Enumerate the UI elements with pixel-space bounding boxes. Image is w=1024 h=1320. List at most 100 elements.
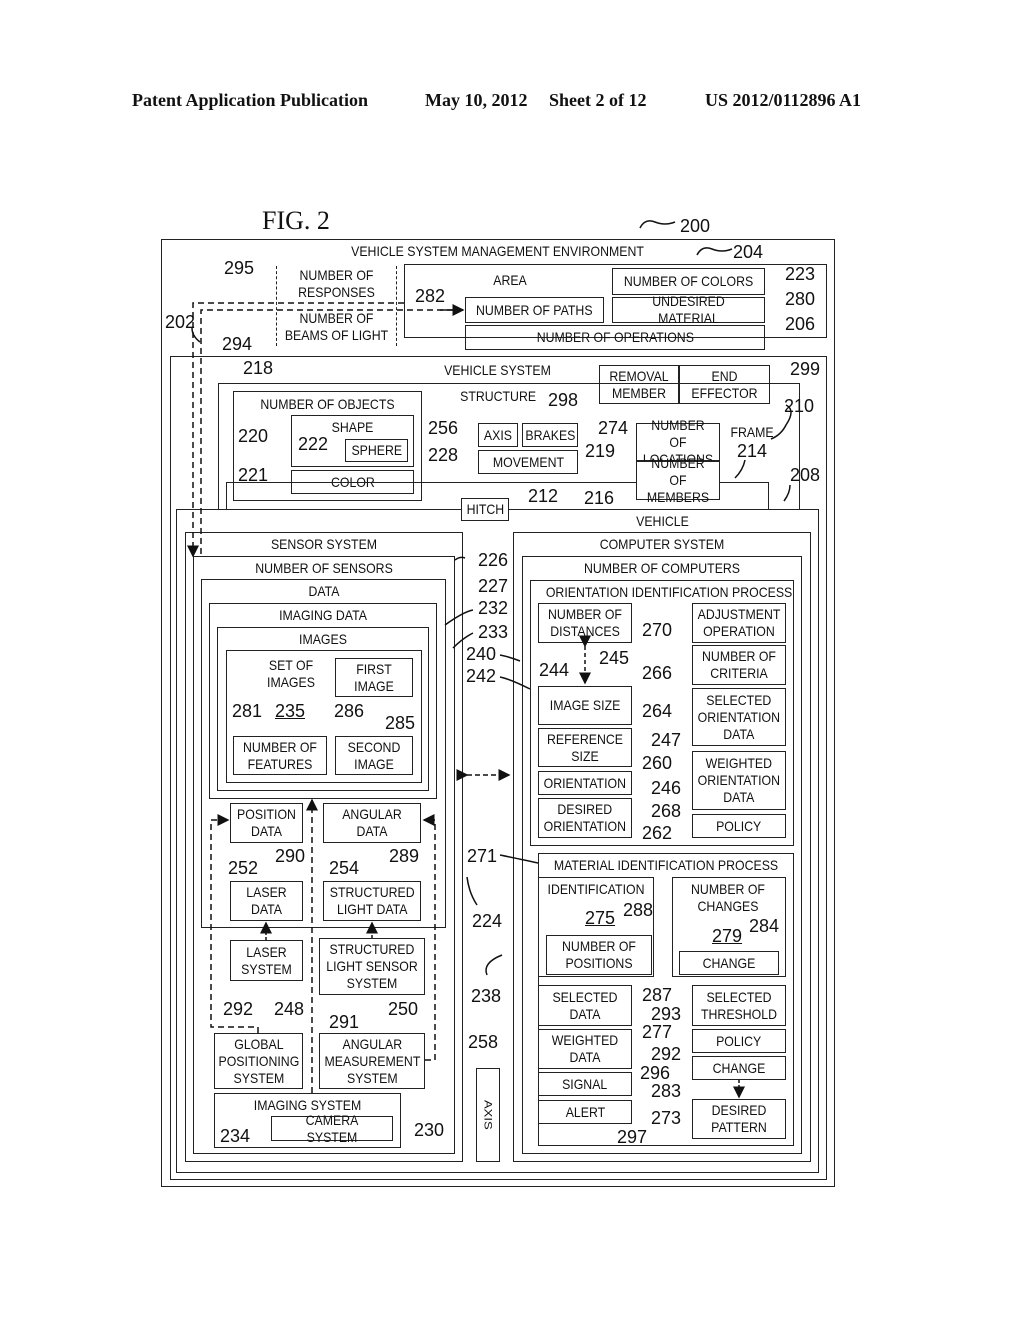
- ref-248: 248: [274, 999, 305, 1019]
- members-box: NUMBER OF MEMBERS: [636, 455, 720, 505]
- ref-200: 200: [680, 216, 711, 236]
- responses-label: NUMBER OF RESPONSES: [298, 267, 375, 300]
- angular-data-box: ANGULAR DATA: [323, 803, 421, 843]
- ref-212: 212: [528, 486, 559, 506]
- signal-box: SIGNAL: [538, 1072, 632, 1096]
- ref-224: 224: [472, 911, 503, 931]
- selected-threshold-box: SELECTED THRESHOLD: [692, 985, 786, 1026]
- ref-216: 216: [584, 488, 615, 508]
- ref-281: 281: [232, 701, 263, 721]
- features-box: NUMBER OF FEATURES: [233, 736, 327, 775]
- colors-box: NUMBER OF COLORS: [612, 268, 765, 295]
- ref-246: 246: [651, 778, 682, 798]
- axis-bottom-box: AXIS: [476, 1068, 500, 1162]
- hitch-box: HITCH: [461, 498, 509, 521]
- publication-label: Patent Application Publication: [132, 90, 369, 110]
- ref-277: 277: [642, 1022, 673, 1042]
- ref-288: 288: [623, 900, 654, 920]
- publication-date: May 10, 2012: [425, 90, 528, 110]
- data-label: DATA: [308, 583, 340, 599]
- ref-235: 235: [275, 701, 306, 721]
- first-image-box: FIRST IMAGE: [335, 658, 413, 697]
- reference-size-box: REFERENCE SIZE: [538, 728, 632, 767]
- changes-label: NUMBER OF CHANGES: [691, 881, 765, 914]
- ref-210: 210: [784, 396, 815, 416]
- ref-295: 295: [224, 258, 255, 278]
- imaging-data-label: IMAGING DATA: [279, 607, 367, 623]
- ref-283: 283: [651, 1081, 682, 1101]
- distances-box: NUMBER OF DISTANCES: [538, 603, 632, 643]
- structure-label: STRUCTURE: [460, 388, 537, 404]
- criteria-box: NUMBER OF CRITERIA: [692, 645, 786, 685]
- angular-measurement-box: ANGULAR MEASUREMENT SYSTEM: [319, 1033, 425, 1089]
- ref-227: 227: [478, 576, 509, 596]
- vehicle-system-label: VEHICLE SYSTEM: [444, 362, 551, 378]
- ref-294: 294: [222, 334, 253, 354]
- publication-number: US 2012/0112896 A1: [705, 90, 862, 110]
- ref-282: 282: [415, 286, 446, 306]
- desired-orientation-box: DESIRED ORIENTATION: [538, 798, 632, 838]
- policy2-box: POLICY: [692, 1029, 786, 1053]
- ref-266: 266: [642, 663, 673, 683]
- policy1-box: POLICY: [692, 814, 786, 838]
- ref-298: 298: [548, 390, 579, 410]
- structured-light-data-box: STRUCTURED LIGHT DATA: [323, 881, 421, 921]
- sensor-system-label: SENSOR SYSTEM: [270, 536, 378, 552]
- ref-204: 204: [733, 242, 764, 262]
- structured-light-sensor-box: STRUCTURED LIGHT SENSOR SYSTEM: [319, 938, 425, 995]
- laser-system-box: LASER SYSTEM: [230, 940, 303, 981]
- ref-292-laser: 292: [223, 999, 254, 1019]
- desired-pattern-box: DESIRED PATTERN: [692, 1099, 786, 1139]
- ref-291: 291: [329, 1012, 360, 1032]
- ref-293: 293: [651, 1004, 682, 1024]
- frame-label: FRAME: [730, 424, 774, 440]
- paths-box: NUMBER OF PATHS: [465, 297, 604, 323]
- positions-box: NUMBER OF POSITIONS: [546, 935, 652, 975]
- ref-252: 252: [228, 858, 259, 878]
- image-size-box: IMAGE SIZE: [538, 686, 632, 725]
- environment-label: VEHICLE SYSTEM MANAGEMENT ENVIRONMENT: [351, 243, 644, 259]
- end-effector-box: END EFFECTOR: [679, 365, 770, 404]
- ref-297: 297: [617, 1127, 648, 1147]
- ref-268: 268: [651, 801, 682, 821]
- ref-280: 280: [785, 289, 816, 309]
- ref-202: 202: [165, 312, 196, 332]
- ref-262: 262: [642, 823, 673, 843]
- ref-258: 258: [468, 1032, 499, 1052]
- sheet-number: Sheet 2 of 12: [549, 90, 647, 110]
- ref-286: 286: [334, 701, 365, 721]
- figure-title: FIG. 2: [262, 206, 330, 235]
- ref-256: 256: [428, 418, 459, 438]
- ref-214: 214: [737, 441, 768, 461]
- weighted-data-box: WEIGHTED DATA: [538, 1029, 632, 1069]
- identification-label: IDENTIFICATION: [547, 881, 645, 897]
- change1-box: CHANGE: [679, 951, 779, 975]
- ref-208: 208: [790, 465, 821, 485]
- ref-279: 279: [712, 926, 743, 946]
- change2-box: CHANGE: [692, 1056, 786, 1080]
- adjustment-operation-box: ADJUSTMENT OPERATION: [692, 603, 786, 643]
- ref-233: 233: [478, 622, 509, 642]
- selected-data-box: SELECTED DATA: [538, 985, 632, 1026]
- selected-orientation-box: SELECTED ORIENTATION DATA: [692, 688, 786, 746]
- brakes-box: BRAKES: [522, 423, 578, 447]
- beams-label: NUMBER OF BEAMS OF LIGHT: [284, 310, 389, 343]
- ref-222: 222: [298, 434, 329, 454]
- movement-box: MOVEMENT: [478, 450, 578, 474]
- sphere-box: SPHERE: [345, 439, 408, 462]
- material-process-label: MATERIAL IDENTIFICATION PROCESS: [553, 857, 779, 873]
- ref-206: 206: [785, 314, 816, 334]
- ref-287: 287: [642, 985, 673, 1005]
- ref-264: 264: [642, 701, 673, 721]
- camera-system-box: CAMERA SYSTEM: [271, 1112, 393, 1145]
- ref-228: 228: [428, 445, 459, 465]
- ref-242: 242: [466, 666, 497, 686]
- ref-296: 296: [640, 1063, 671, 1083]
- second-image-box: SECOND IMAGE: [335, 736, 413, 775]
- position-data-box: POSITION DATA: [230, 803, 303, 843]
- axis-top-box: AXIS: [478, 423, 518, 447]
- ref-245: 245: [599, 648, 630, 668]
- ref-234: 234: [220, 1126, 251, 1146]
- vehicle-label: VEHICLE: [636, 513, 689, 529]
- ref-230: 230: [414, 1120, 445, 1140]
